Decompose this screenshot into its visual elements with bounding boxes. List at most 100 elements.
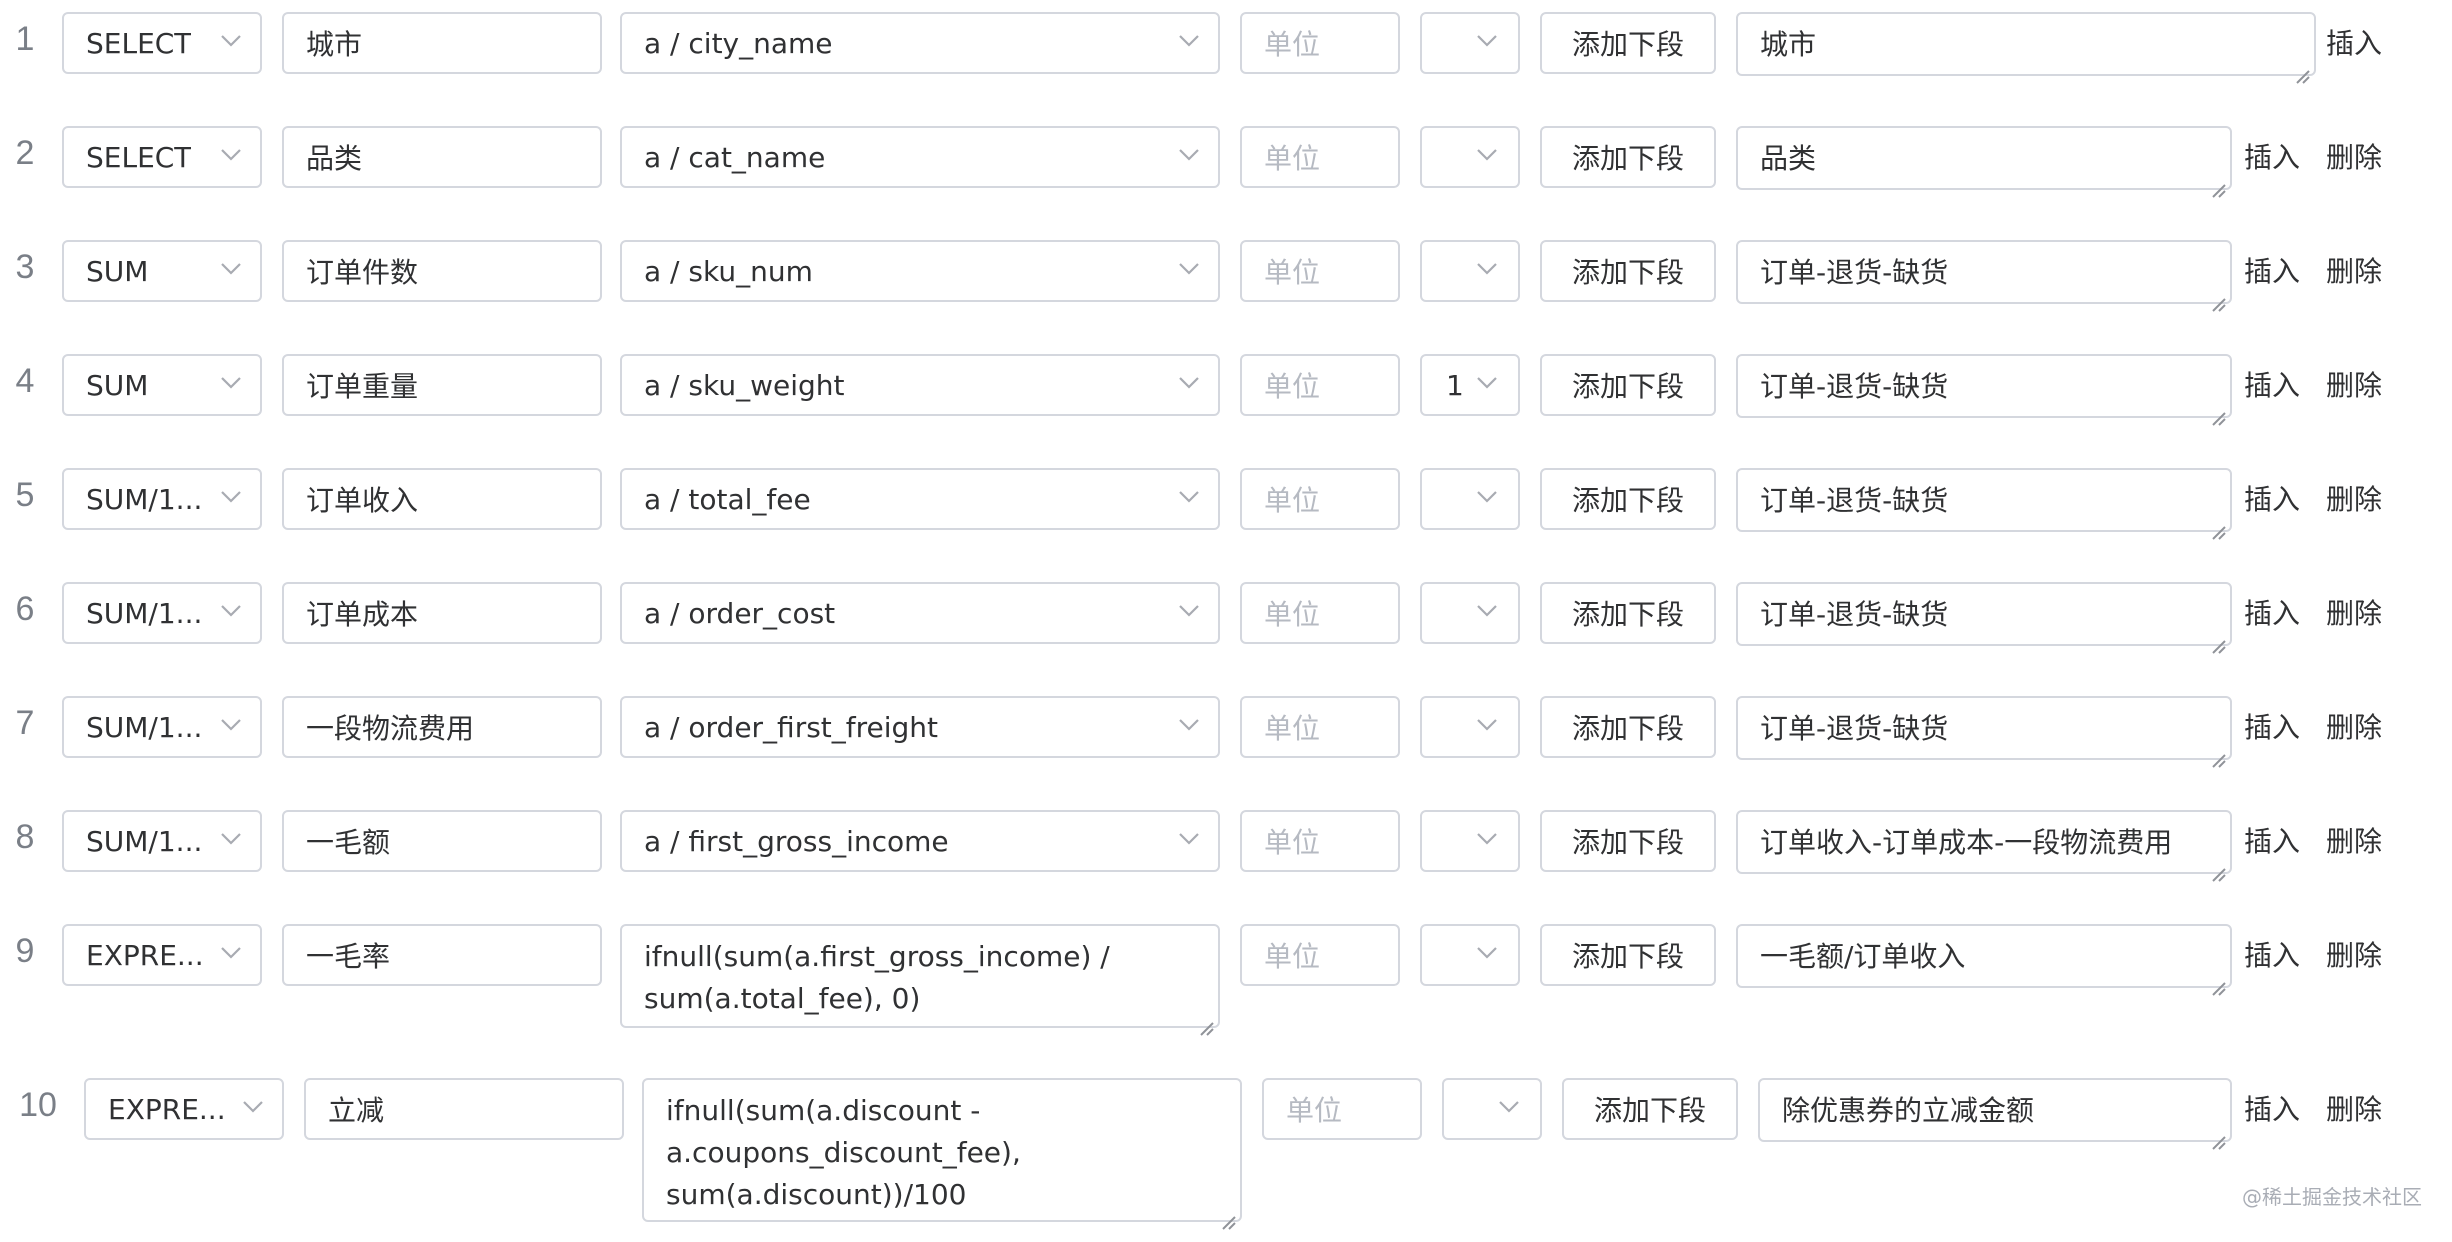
unit-input[interactable]: 单位	[1240, 240, 1400, 302]
multiplier-select[interactable]	[1420, 810, 1520, 872]
alias-input[interactable]: 一毛额	[282, 810, 602, 872]
add-segment-button[interactable]: 添加下段	[1540, 696, 1716, 758]
aggregation-select[interactable]: EXPRE...	[62, 924, 262, 986]
resize-handle-icon[interactable]	[2210, 738, 2226, 768]
description-textarea[interactable]: 订单-退货-缺货	[1736, 240, 2232, 312]
unit-input[interactable]: 单位	[1240, 468, 1400, 530]
delete-link[interactable]: 删除	[2326, 706, 2382, 746]
field-select[interactable]: a / total_fee	[620, 468, 1220, 530]
aggregation-select[interactable]: SUM/1...	[62, 468, 262, 530]
resize-handle-icon[interactable]	[2210, 396, 2226, 426]
delete-link[interactable]: 删除	[2326, 478, 2382, 518]
field-select[interactable]: a / sku_weight	[620, 354, 1220, 416]
delete-link[interactable]: 删除	[2326, 934, 2382, 974]
insert-link[interactable]: 插入	[2244, 592, 2300, 632]
resize-handle-icon[interactable]	[2210, 624, 2226, 654]
field-select[interactable]: a / sku_num	[620, 240, 1220, 302]
resize-handle-icon[interactable]	[2210, 1120, 2226, 1150]
add-segment-button[interactable]: 添加下段	[1540, 240, 1716, 302]
aggregation-select[interactable]: EXPRE...	[84, 1078, 284, 1140]
field-select[interactable]: a / order_cost	[620, 582, 1220, 644]
aggregation-select[interactable]: SUM	[62, 354, 262, 416]
unit-input[interactable]: 单位	[1262, 1078, 1422, 1140]
multiplier-select[interactable]	[1420, 240, 1520, 302]
description-textarea[interactable]: 订单-退货-缺货	[1736, 696, 2232, 768]
unit-input[interactable]: 单位	[1240, 12, 1400, 74]
description-textarea[interactable]: 订单-退货-缺货	[1736, 468, 2232, 540]
add-segment-button[interactable]: 添加下段	[1540, 924, 1716, 986]
aggregation-select[interactable]: SELECT	[62, 12, 262, 74]
field-select[interactable]: a / order_first_freight	[620, 696, 1220, 758]
resize-handle-icon[interactable]	[2210, 168, 2226, 198]
aggregation-select[interactable]: SUM/1...	[62, 696, 262, 758]
expression-textarea[interactable]: ifnull(sum(a.discount - a.coupons_discoun…	[642, 1078, 1242, 1230]
resize-handle-icon[interactable]	[2210, 852, 2226, 882]
add-segment-button[interactable]: 添加下段	[1540, 126, 1716, 188]
description-textarea[interactable]: 订单-退货-缺货	[1736, 582, 2232, 654]
alias-input[interactable]: 订单收入	[282, 468, 602, 530]
description-textarea[interactable]: 城市	[1736, 12, 2316, 84]
description-textarea[interactable]: 订单收入-订单成本-一段物流费用	[1736, 810, 2232, 882]
unit-input[interactable]: 单位	[1240, 582, 1400, 644]
add-segment-button[interactable]: 添加下段	[1540, 468, 1716, 530]
insert-link[interactable]: 插入	[2244, 250, 2300, 290]
description-textarea[interactable]: 订单-退货-缺货	[1736, 354, 2232, 426]
insert-link[interactable]: 插入	[2244, 136, 2300, 176]
delete-link[interactable]: 删除	[2326, 364, 2382, 404]
delete-link[interactable]: 删除	[2326, 136, 2382, 176]
add-segment-button[interactable]: 添加下段	[1540, 12, 1716, 74]
resize-handle-icon[interactable]	[1198, 1006, 1214, 1036]
alias-input[interactable]: 订单成本	[282, 582, 602, 644]
alias-input[interactable]: 订单件数	[282, 240, 602, 302]
multiplier-select[interactable]	[1420, 582, 1520, 644]
resize-handle-icon[interactable]	[2294, 54, 2310, 84]
insert-link[interactable]: 插入	[2244, 820, 2300, 860]
delete-link[interactable]: 删除	[2326, 1088, 2382, 1128]
multiplier-select[interactable]	[1442, 1078, 1542, 1140]
aggregation-select[interactable]: SUM/1...	[62, 582, 262, 644]
add-segment-button[interactable]: 添加下段	[1540, 354, 1716, 416]
multiplier-select[interactable]	[1420, 924, 1520, 986]
field-select[interactable]: a / first_gross_income	[620, 810, 1220, 872]
resize-handle-icon[interactable]	[2210, 282, 2226, 312]
add-segment-button[interactable]: 添加下段	[1540, 810, 1716, 872]
alias-input[interactable]: 一毛率	[282, 924, 602, 986]
field-select[interactable]: a / city_name	[620, 12, 1220, 74]
unit-input[interactable]: 单位	[1240, 696, 1400, 758]
alias-input[interactable]: 订单重量	[282, 354, 602, 416]
insert-link[interactable]: 插入	[2244, 706, 2300, 746]
alias-input[interactable]: 一段物流费用	[282, 696, 602, 758]
resize-handle-icon[interactable]	[2210, 510, 2226, 540]
insert-link[interactable]: 插入	[2244, 934, 2300, 974]
alias-input[interactable]: 立减	[304, 1078, 624, 1140]
aggregation-select[interactable]: SELECT	[62, 126, 262, 188]
unit-input[interactable]: 单位	[1240, 354, 1400, 416]
alias-input[interactable]: 品类	[282, 126, 602, 188]
insert-link[interactable]: 插入	[2244, 1088, 2300, 1128]
multiplier-select[interactable]	[1420, 126, 1520, 188]
delete-link[interactable]: 删除	[2326, 820, 2382, 860]
description-textarea[interactable]: 除优惠券的立减金额	[1758, 1078, 2232, 1150]
field-select[interactable]: a / cat_name	[620, 126, 1220, 188]
insert-link[interactable]: 插入	[2326, 22, 2382, 62]
resize-handle-icon[interactable]	[2210, 966, 2226, 996]
insert-link[interactable]: 插入	[2244, 478, 2300, 518]
add-segment-button[interactable]: 添加下段	[1540, 582, 1716, 644]
insert-link[interactable]: 插入	[2244, 364, 2300, 404]
multiplier-select[interactable]	[1420, 468, 1520, 530]
resize-handle-icon[interactable]	[1220, 1200, 1236, 1230]
aggregation-select[interactable]: SUM/1...	[62, 810, 262, 872]
description-textarea[interactable]: 品类	[1736, 126, 2232, 198]
multiplier-select[interactable]	[1420, 12, 1520, 74]
multiplier-select[interactable]	[1420, 696, 1520, 758]
multiplier-select[interactable]: 1	[1420, 354, 1520, 416]
delete-link[interactable]: 删除	[2326, 250, 2382, 290]
unit-input[interactable]: 单位	[1240, 126, 1400, 188]
description-textarea[interactable]: 一毛额/订单收入	[1736, 924, 2232, 996]
add-segment-button[interactable]: 添加下段	[1562, 1078, 1738, 1140]
aggregation-select[interactable]: SUM	[62, 240, 262, 302]
unit-input[interactable]: 单位	[1240, 810, 1400, 872]
delete-link[interactable]: 删除	[2326, 592, 2382, 632]
expression-textarea[interactable]: ifnull(sum(a.first_gross_income) / sum(a.…	[620, 924, 1220, 1036]
unit-input[interactable]: 单位	[1240, 924, 1400, 986]
